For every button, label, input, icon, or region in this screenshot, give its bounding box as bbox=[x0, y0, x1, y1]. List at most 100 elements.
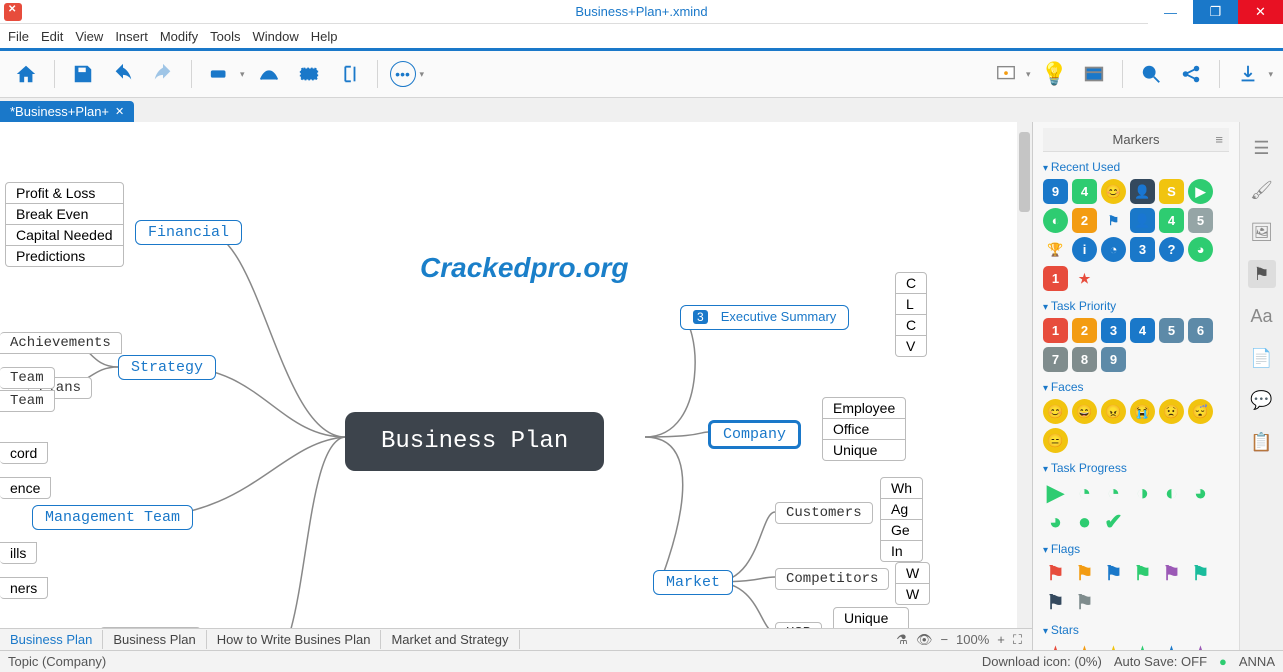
node-usp[interactable]: USP bbox=[775, 622, 822, 628]
task-icon[interactable]: 📋 bbox=[1248, 428, 1276, 456]
marker[interactable]: ★ bbox=[1101, 642, 1126, 650]
sheet-tab[interactable]: How to Write Busines Plan bbox=[207, 630, 382, 649]
maximize-button[interactable]: ❐ bbox=[1193, 0, 1238, 24]
menu-file[interactable]: File bbox=[8, 29, 29, 44]
marker[interactable]: ▶ bbox=[1043, 480, 1068, 505]
node-item[interactable]: Unique bbox=[833, 607, 909, 628]
marker[interactable]: ⚑ bbox=[1072, 590, 1097, 615]
marker[interactable]: ◕ bbox=[1188, 237, 1213, 262]
marker[interactable]: ▶ bbox=[1188, 179, 1213, 204]
section-progress[interactable]: Task Progress bbox=[1043, 461, 1229, 475]
eye-icon[interactable]: 👁 bbox=[916, 632, 933, 648]
menu-insert[interactable]: Insert bbox=[115, 29, 148, 44]
marker[interactable]: 2 bbox=[1072, 208, 1097, 233]
fit-icon[interactable]: ⛶ bbox=[1013, 632, 1022, 648]
marker[interactable]: ★ bbox=[1072, 266, 1097, 291]
gantt-button[interactable] bbox=[1078, 58, 1110, 90]
node-item[interactable]: Achievements bbox=[0, 332, 122, 354]
node-item[interactable]: In bbox=[880, 541, 923, 562]
node-item[interactable]: W bbox=[895, 562, 930, 584]
node-item[interactable]: C bbox=[895, 315, 927, 336]
menu-modify[interactable]: Modify bbox=[160, 29, 198, 44]
marker[interactable]: 6 bbox=[1188, 318, 1213, 343]
marker[interactable]: 3 bbox=[1101, 318, 1126, 343]
section-recent[interactable]: Recent Used bbox=[1043, 160, 1229, 174]
node-item[interactable]: Ge bbox=[880, 520, 923, 541]
save-button[interactable] bbox=[67, 58, 99, 90]
node-item[interactable]: Team bbox=[0, 390, 55, 412]
idea-button[interactable]: 💡 bbox=[1038, 58, 1070, 90]
node-customers[interactable]: Customers bbox=[775, 502, 873, 524]
marker[interactable]: 3 bbox=[1130, 237, 1155, 262]
marker[interactable]: ★ bbox=[1130, 642, 1155, 650]
marker[interactable]: ★ bbox=[1072, 642, 1097, 650]
share-button[interactable] bbox=[1175, 58, 1207, 90]
marker[interactable]: 😠 bbox=[1101, 399, 1126, 424]
more-button[interactable]: ••• bbox=[390, 61, 416, 87]
topic-button[interactable] bbox=[204, 58, 236, 90]
marker[interactable]: ⚑ bbox=[1072, 561, 1097, 586]
home-button[interactable] bbox=[10, 58, 42, 90]
marker[interactable]: 4 bbox=[1130, 318, 1155, 343]
node-item[interactable]: Break Even bbox=[5, 204, 124, 225]
search-button[interactable] bbox=[1135, 58, 1167, 90]
node-item[interactable]: Office bbox=[822, 419, 906, 440]
marker[interactable]: ◔ bbox=[1101, 237, 1126, 262]
marker[interactable]: 👤 bbox=[1130, 179, 1155, 204]
minimize-button[interactable]: — bbox=[1148, 0, 1193, 24]
marker[interactable]: ◐ bbox=[1159, 480, 1184, 505]
marker[interactable]: ★ bbox=[1188, 642, 1213, 650]
panel-menu-icon[interactable]: ≡ bbox=[1215, 132, 1223, 147]
node-item[interactable]: L bbox=[895, 294, 927, 315]
marker[interactable]: 5 bbox=[1188, 208, 1213, 233]
marker[interactable]: 😑 bbox=[1043, 428, 1068, 453]
marker[interactable]: ✔ bbox=[1101, 509, 1126, 534]
outline-icon[interactable]: ☰ bbox=[1248, 134, 1276, 162]
marker[interactable]: ◐ bbox=[1043, 208, 1068, 233]
marker[interactable]: ? bbox=[1159, 237, 1184, 262]
relationship-button[interactable] bbox=[253, 58, 285, 90]
zoom-out[interactable]: − bbox=[940, 632, 948, 647]
marker[interactable]: 5 bbox=[1159, 318, 1184, 343]
marker[interactable]: 😟 bbox=[1159, 399, 1184, 424]
node-item[interactable]: Employee bbox=[822, 397, 906, 419]
marker[interactable]: ⚑ bbox=[1043, 590, 1068, 615]
marker[interactable]: i bbox=[1072, 237, 1097, 262]
marker[interactable]: 😊 bbox=[1101, 179, 1126, 204]
marker[interactable]: 4 bbox=[1072, 179, 1097, 204]
node-item[interactable]: Profit & Loss bbox=[5, 182, 124, 204]
node-item[interactable]: Ag bbox=[880, 499, 923, 520]
marker[interactable]: 🏆 bbox=[1043, 237, 1068, 262]
sheet-tab[interactable]: Business Plan bbox=[0, 630, 103, 649]
node-strategy[interactable]: Strategy bbox=[118, 355, 216, 380]
marker[interactable]: 1 bbox=[1043, 266, 1068, 291]
redo-button[interactable] bbox=[147, 58, 179, 90]
section-stars[interactable]: Stars bbox=[1043, 623, 1229, 637]
section-faces[interactable]: Faces bbox=[1043, 380, 1229, 394]
notes-icon[interactable]: 📄 bbox=[1248, 344, 1276, 372]
node-financial[interactable]: Financial bbox=[135, 220, 242, 245]
marker[interactable]: 😄 bbox=[1072, 399, 1097, 424]
node-item[interactable]: cord bbox=[0, 442, 48, 464]
central-topic[interactable]: Business Plan bbox=[345, 412, 604, 471]
node-item[interactable]: W bbox=[895, 584, 930, 605]
marker[interactable]: ⚑ bbox=[1043, 561, 1068, 586]
marker[interactable]: ⚑ bbox=[1159, 561, 1184, 586]
section-flags[interactable]: Flags bbox=[1043, 542, 1229, 556]
node-item[interactable]: ence bbox=[0, 477, 51, 499]
node-item[interactable]: C bbox=[895, 272, 927, 294]
marker[interactable]: 😭 bbox=[1130, 399, 1155, 424]
mindmap-canvas[interactable]: Crackedpro.org Business Plan Financial P… bbox=[0, 122, 1032, 628]
sheet-tab[interactable]: Market and Strategy bbox=[381, 630, 519, 649]
image-icon[interactable]: 🖼 bbox=[1248, 218, 1276, 246]
zoom-in[interactable]: + bbox=[997, 632, 1005, 647]
filter-icon[interactable]: ⚗ bbox=[896, 632, 908, 648]
section-priority[interactable]: Task Priority bbox=[1043, 299, 1229, 313]
format-icon[interactable]: 🖌 bbox=[1248, 176, 1276, 204]
node-item[interactable]: Benefits bbox=[100, 627, 201, 628]
marker[interactable]: ⚑ bbox=[1130, 561, 1155, 586]
menu-view[interactable]: View bbox=[75, 29, 103, 44]
marker[interactable]: 1 bbox=[1043, 318, 1068, 343]
marker[interactable]: 4 bbox=[1159, 208, 1184, 233]
menu-help[interactable]: Help bbox=[311, 29, 338, 44]
